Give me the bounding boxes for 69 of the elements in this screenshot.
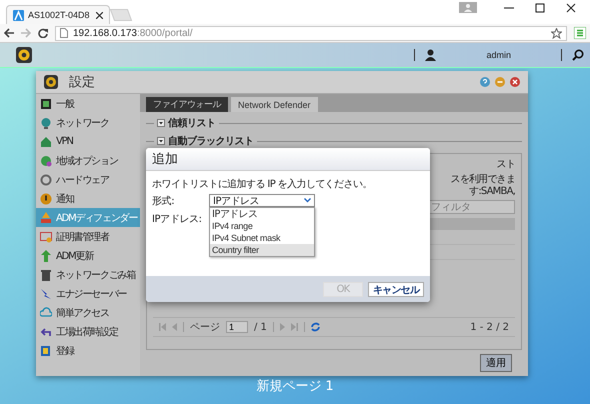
dialog-message: ホワイトリストに追加する IP を入力してください。 [152,178,373,191]
help-icon[interactable] [480,77,490,87]
house-icon [40,136,52,148]
url-text: 192.168.0.173:8000/portal/ [73,28,193,38]
maximize-icon[interactable] [535,3,545,13]
dropdown-option[interactable]: Country filter [210,244,314,256]
sidebar-item[interactable]: 一般 [36,94,140,113]
undo-icon [40,326,52,338]
dropdown-option[interactable]: IPv4 range [210,220,314,232]
arrow-icon [40,250,52,262]
certificate-icon [40,230,52,242]
sidebar-item[interactable]: 通知 [36,189,140,208]
browser-tab[interactable]: AS1002T-04D8 [6,5,110,24]
cloud-icon [40,306,52,318]
page-label: ページ [190,321,220,334]
menu-icon[interactable] [574,27,586,39]
close-icon[interactable] [566,3,576,13]
field-label: IPアドレス: [152,213,203,226]
document-icon [40,344,52,356]
sidebar-item[interactable]: ADM更新 [36,246,140,265]
tab-title: AS1002T-04D8 [28,10,91,20]
field-label: 形式: [152,194,176,208]
tab[interactable]: Network Defender [231,97,318,112]
address-field[interactable]: 192.168.0.173:8000/portal/ [55,26,567,40]
sidebar-item[interactable]: 簡単アクセス [36,303,140,322]
page-caption: 新規ページ 1 [256,378,334,395]
section-title: 自動ブラックリスト [168,134,254,148]
sidebar-item[interactable]: 地域オプション [36,151,140,170]
user-icon[interactable] [425,49,436,61]
filter-field[interactable]: フィルタ [427,200,515,214]
format-dropdown[interactable]: IPアドレス [209,194,315,207]
dropdown-option[interactable]: IPアドレス [210,208,314,220]
panel-heading: スト [496,159,515,171]
user-icon [459,2,477,13]
tab[interactable]: ファイアウォール [146,97,228,112]
page-range: 1 - 2 / 2 [470,322,509,332]
collapse-icon[interactable] [157,119,165,127]
sidebar-item[interactable]: ネットワークごみ箱 [36,265,140,284]
back-icon[interactable] [4,28,14,38]
sidebar-item[interactable]: 証明書管理者 [36,227,140,246]
collapse-icon[interactable] [157,137,165,145]
dialog-title: 追加 [146,148,430,171]
search-icon[interactable] [572,49,584,61]
trash-icon [40,268,52,280]
reload-icon[interactable] [38,28,48,38]
user-name[interactable]: admin [486,50,511,60]
sidebar-item[interactable]: VPN [36,132,140,151]
page-field[interactable]: 1 [226,321,248,333]
alert-icon [40,192,52,204]
monitor-icon [40,98,52,110]
dropdown-option[interactable]: IPv4 Subnet mask [210,232,314,244]
site-icon [13,10,24,20]
sidebar-item[interactable]: エナジーセーバー [36,284,140,303]
apply-button[interactable]: 適用 [480,354,512,372]
panel-note: スを利用できます:SAMBA, [450,174,515,198]
window-title: 設定 [69,74,95,91]
page-total: / 1 [254,322,267,332]
sidebar-item[interactable]: 登録 [36,341,140,360]
page-icon [60,28,68,38]
sidebar-item[interactable]: 工場出荷時設定 [36,322,140,341]
section-title: 信頼リスト [168,116,216,130]
lightning-icon [40,288,52,300]
chevron-down-icon [304,198,311,203]
star-icon[interactable] [551,28,562,38]
sidebar-item[interactable]: ネットワーク [36,113,140,132]
dialog-button[interactable]: キャンセル [368,282,424,296]
refresh-icon[interactable] [310,322,320,332]
close-icon[interactable] [96,12,103,18]
sidebar-item[interactable]: ハードウェア [36,170,140,189]
